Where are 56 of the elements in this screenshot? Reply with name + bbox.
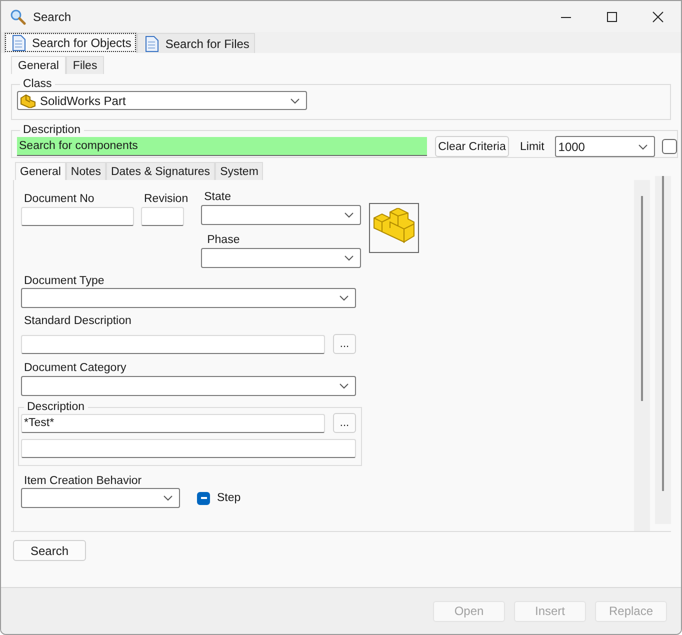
browse-button[interactable]: ... xyxy=(333,334,356,354)
part-icon xyxy=(20,93,37,108)
chevron-down-icon xyxy=(339,383,349,389)
tab[interactable]: Search for Objects xyxy=(4,32,138,53)
chevron-down-icon xyxy=(163,495,173,501)
clear-criteria-button[interactable]: Clear Criteria xyxy=(435,136,509,157)
field-label: Item Creation Behavior xyxy=(23,475,142,487)
maximize-icon[interactable] xyxy=(606,10,618,22)
class-dropdown[interactable]: SolidWorks Part xyxy=(17,91,307,110)
phase-dropdown[interactable] xyxy=(201,248,362,268)
window-title: Search xyxy=(33,10,72,24)
field-label: Document Type xyxy=(23,275,104,287)
tab[interactable]: General xyxy=(11,56,66,74)
revision-field[interactable] xyxy=(141,207,184,226)
checkbox-label: Step xyxy=(217,492,241,504)
tab[interactable]: General xyxy=(15,162,66,180)
field-label: Revision xyxy=(143,193,188,205)
state-dropdown[interactable] xyxy=(201,205,362,225)
field-label: State xyxy=(203,191,231,203)
item-creation-behavior-dropdown[interactable] xyxy=(21,488,180,508)
limit-dropdown[interactable]: 1000 xyxy=(555,136,656,157)
scrollbar[interactable] xyxy=(655,176,671,524)
chevron-down-icon xyxy=(339,295,349,301)
field-label: Document Category xyxy=(23,362,126,374)
group-title: Description xyxy=(22,124,82,136)
search-button[interactable]: Search xyxy=(13,540,86,561)
chevron-down-icon xyxy=(638,144,648,150)
document-category-dropdown[interactable] xyxy=(21,376,356,396)
browse-button[interactable]: ... xyxy=(333,413,356,433)
chevron-down-icon xyxy=(344,255,354,261)
field-label: Standard Description xyxy=(23,315,132,327)
close-icon[interactable] xyxy=(652,10,664,22)
checkbox[interactable] xyxy=(662,139,678,154)
document-icon xyxy=(145,36,160,52)
tab[interactable]: Search for Files xyxy=(137,33,256,53)
document-type-dropdown[interactable] xyxy=(21,288,356,308)
limit-label: Limit xyxy=(520,140,544,152)
description-field[interactable]: Search for components xyxy=(17,137,427,156)
field-label: Document No xyxy=(23,193,94,205)
tab[interactable]: Files xyxy=(66,56,104,74)
search-icon xyxy=(10,8,26,24)
step-checkbox[interactable] xyxy=(197,492,210,504)
chevron-down-icon xyxy=(290,98,300,104)
field-label: Phase xyxy=(206,234,240,246)
chevron-down-icon xyxy=(344,212,354,218)
group-title: Class xyxy=(22,78,53,90)
scrollbar[interactable] xyxy=(634,180,650,531)
description-field[interactable] xyxy=(21,439,356,458)
tab[interactable]: Notes xyxy=(66,162,106,180)
tab[interactable]: System xyxy=(215,162,264,180)
standard-description-field[interactable] xyxy=(21,334,325,354)
document-icon xyxy=(12,35,26,51)
description-field[interactable]: *Test* xyxy=(21,414,325,432)
tab[interactable]: Dates & Signatures xyxy=(106,162,216,180)
document-no-field[interactable] xyxy=(21,207,134,226)
group-title: Description xyxy=(26,401,86,413)
